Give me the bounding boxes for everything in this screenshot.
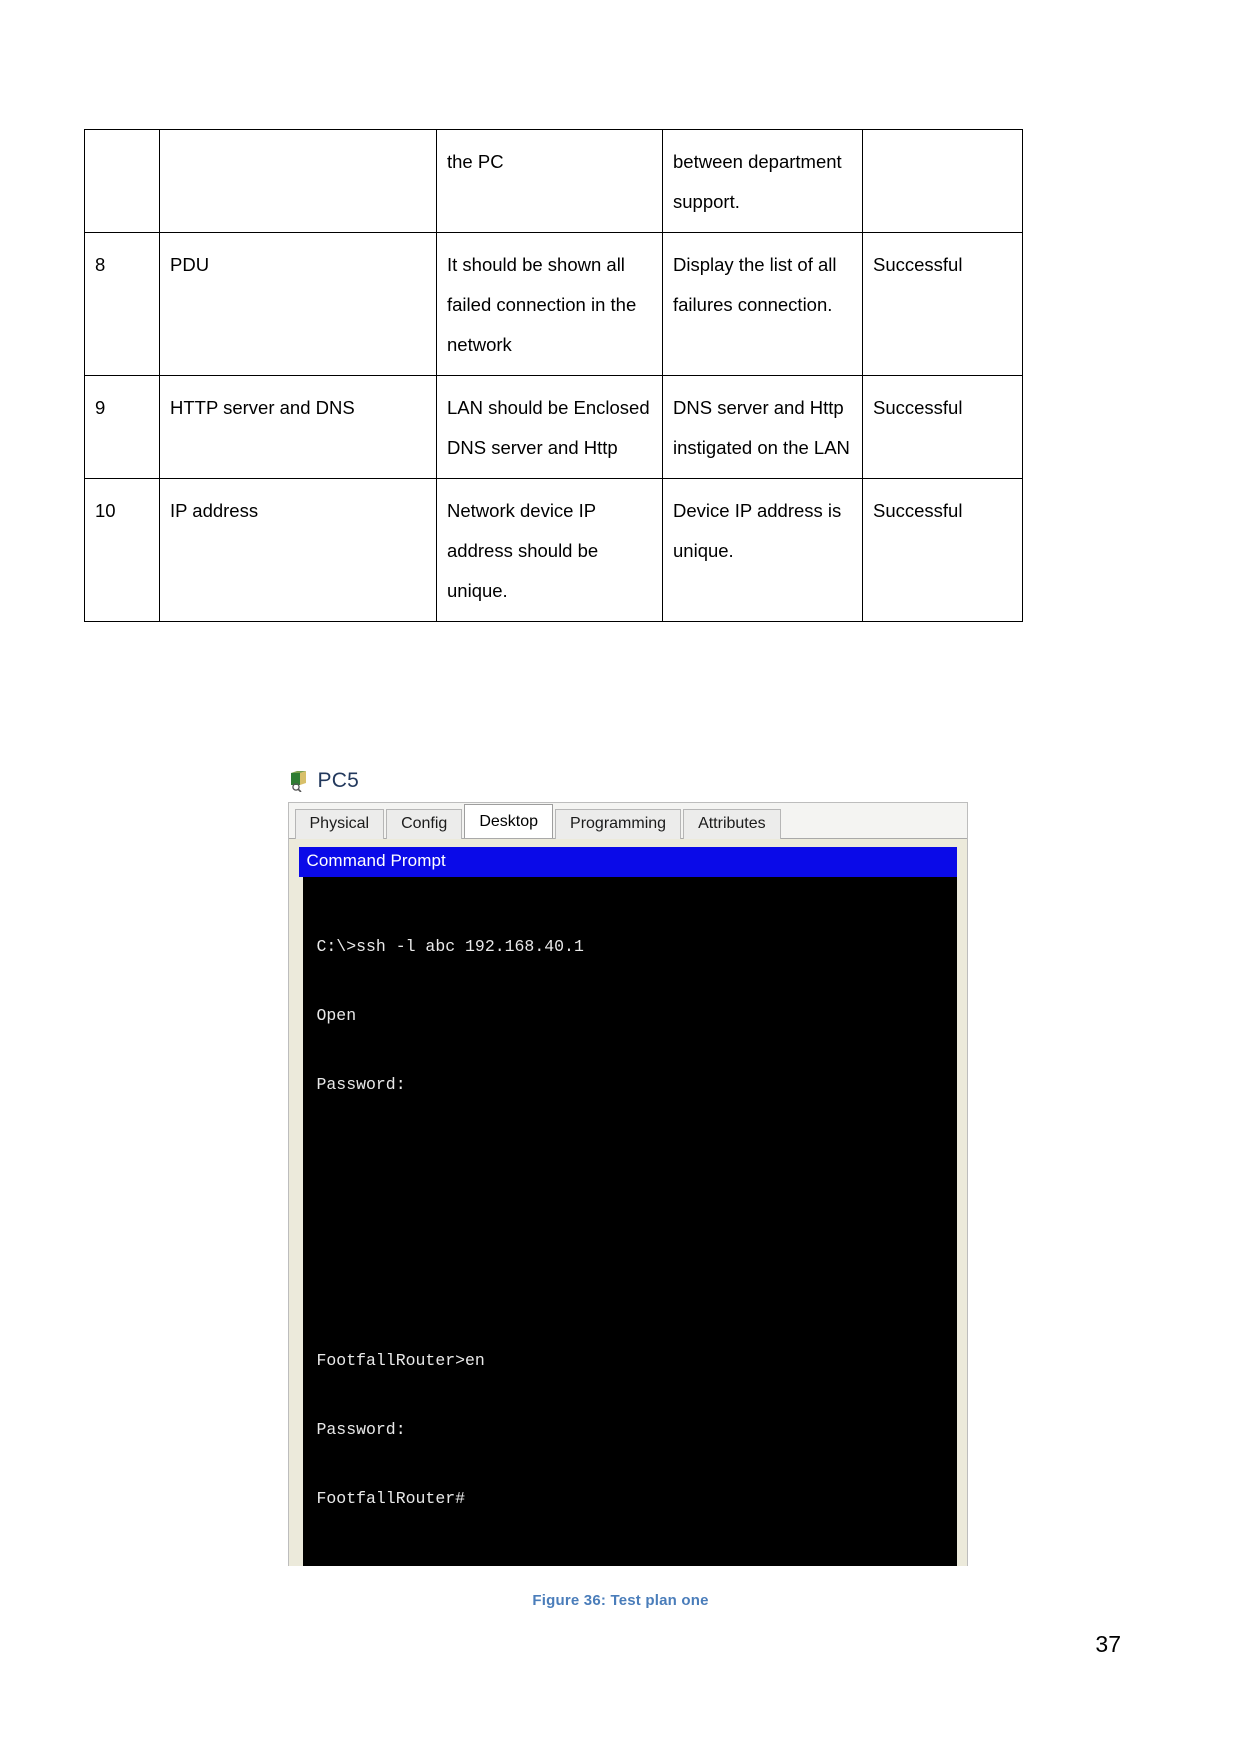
pc-device-icon: [288, 770, 310, 793]
cell-actual: between department support.: [662, 129, 863, 233]
tab-desktop[interactable]: Desktop: [464, 804, 554, 838]
cell-actual: Display the list of all failures connect…: [662, 232, 863, 376]
cell-id: 8: [84, 232, 160, 376]
tab-attributes[interactable]: Attributes: [683, 809, 781, 839]
table-row: 9 HTTP server and DNS LAN should be Encl…: [84, 375, 1023, 479]
console-line: C:\>ssh -l abc 192.168.40.1: [316, 936, 584, 956]
cell-expected: Network device IP address should be uniq…: [436, 478, 663, 622]
cell-item: IP address: [159, 478, 437, 622]
page-number: 37: [1095, 1631, 1121, 1657]
tab-programming[interactable]: Programming: [555, 809, 682, 839]
cell-actual-text: Device IP address is unique.: [673, 500, 842, 561]
cell-result-text: Successful: [873, 500, 963, 521]
cell-expected: the PC: [436, 129, 663, 233]
console-line: Password:: [316, 1419, 406, 1439]
cell-id: 9: [84, 375, 160, 479]
tab-physical[interactable]: Physical: [294, 809, 385, 839]
cell-result: Successful: [862, 478, 1023, 622]
cell-id-text: 10: [95, 500, 116, 521]
tab-config[interactable]: Config: [386, 809, 463, 839]
cell-result: [862, 129, 1023, 233]
console-line: FootfallRouter#: [316, 1488, 466, 1508]
cell-id: [84, 129, 160, 233]
cell-id-text: 8: [95, 254, 106, 275]
console-line-blank: [317, 1211, 957, 1234]
packet-tracer-screenshot: PC5 Physical Config Desktop Programming …: [276, 760, 968, 1609]
cell-id: 10: [84, 478, 160, 622]
cell-expected-text: the PC: [447, 151, 504, 172]
cell-result-text: Successful: [873, 254, 963, 275]
cell-actual-text: between department support.: [673, 151, 842, 212]
cell-expected-text: LAN should be Enclosed DNS server and Ht…: [447, 397, 650, 458]
command-prompt-titlebar: Command Prompt: [298, 847, 957, 877]
console-line: Open: [316, 1005, 357, 1025]
cell-actual-text: Display the list of all failures connect…: [673, 254, 837, 315]
device-title-row: PC5: [276, 760, 966, 802]
cell-actual: Device IP address is unique.: [662, 478, 863, 622]
console-line: FootfallRouter>en: [316, 1350, 485, 1370]
figure-block: PC5 Physical Config Desktop Programming …: [0, 760, 1241, 1609]
cell-item: HTTP server and DNS: [159, 375, 437, 479]
cell-item-text: HTTP server and DNS: [170, 397, 355, 418]
test-plan-table-body: the PC between department support. 8 PDU…: [84, 129, 1023, 622]
device-tab-strip: Physical Config Desktop Programming Attr…: [288, 803, 967, 839]
cell-item-text: PDU: [170, 254, 210, 275]
cell-actual-text: DNS server and Http instigated on the LA…: [673, 397, 850, 458]
cell-expected: It should be shown all failed connection…: [436, 232, 663, 376]
cell-item: PDU: [159, 232, 437, 376]
desktop-pane: Command Prompt C:\>ssh -l abc 192.168.40…: [288, 839, 967, 1566]
cell-result: Successful: [862, 232, 1023, 376]
cell-expected-text: Network device IP address should be uniq…: [447, 500, 599, 601]
test-plan-table: the PC between department support. 8 PDU…: [84, 129, 1023, 622]
cell-result-text: Successful: [873, 397, 963, 418]
console-line: Password:: [316, 1074, 406, 1094]
console-line-blank: [317, 1280, 957, 1303]
cell-result: Successful: [862, 375, 1023, 479]
cell-item-text: IP address: [170, 500, 259, 521]
cell-id-text: 9: [95, 397, 106, 418]
command-prompt-console[interactable]: C:\>ssh -l abc 192.168.40.1 Open Passwor…: [298, 876, 957, 1566]
cell-item: [159, 129, 437, 233]
cell-actual: DNS server and Http instigated on the LA…: [662, 375, 863, 479]
table-row: 10 IP address Network device IP address …: [84, 478, 1023, 622]
device-window: Physical Config Desktop Programming Attr…: [287, 802, 968, 1566]
figure-caption: Figure 36: Test plan one: [532, 1591, 709, 1609]
device-name-label: PC5: [317, 769, 359, 792]
cell-expected: LAN should be Enclosed DNS server and Ht…: [436, 375, 663, 479]
cell-expected-text: It should be shown all failed connection…: [447, 254, 637, 355]
table-row: 8 PDU It should be shown all failed conn…: [84, 232, 1023, 376]
table-row: the PC between department support.: [84, 129, 1023, 233]
console-line-blank: [317, 1142, 957, 1165]
